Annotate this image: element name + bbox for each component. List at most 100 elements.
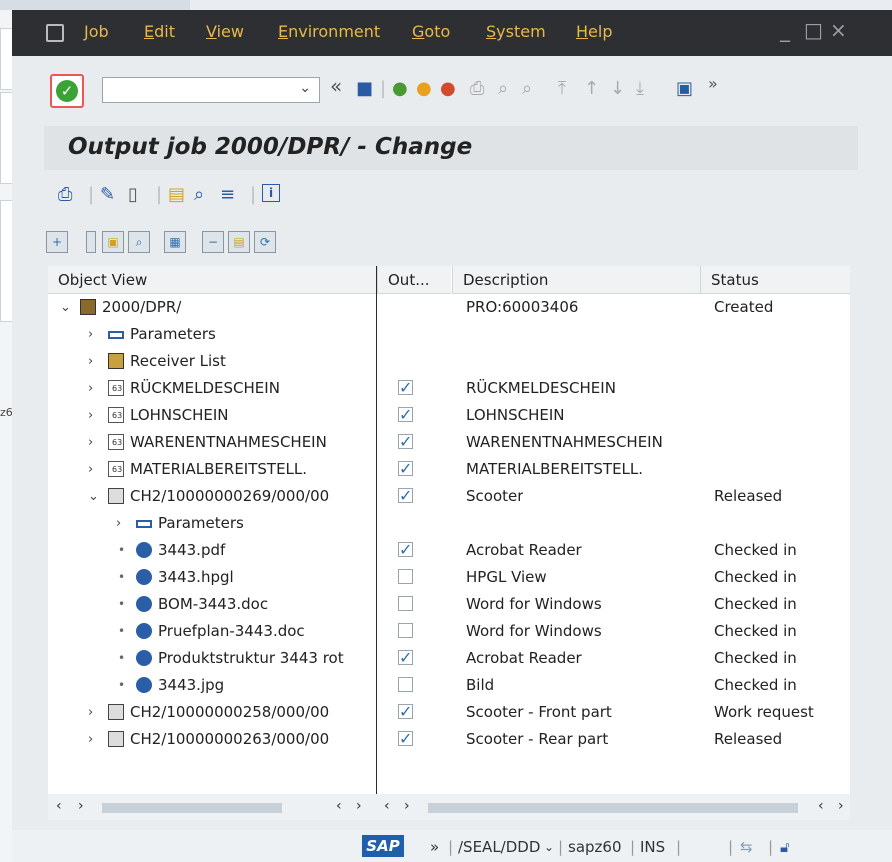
cancel-icon[interactable]: ● [440, 78, 456, 99]
expanded-chevron-icon[interactable]: ⌄ [88, 483, 99, 510]
output-checkbox[interactable] [398, 401, 413, 428]
lock-icon[interactable]: 🔓︎ [780, 838, 790, 856]
output-checkbox[interactable] [398, 677, 413, 692]
scroll-left-icon[interactable]: ‹ [818, 798, 824, 814]
expanded-chevron-icon[interactable]: ⌄ [60, 294, 71, 321]
object-name[interactable]: LOHNSCHEIN [130, 402, 374, 429]
back-icon[interactable]: ● [392, 78, 408, 99]
enter-button[interactable]: ✓ [50, 74, 84, 108]
scroll-left-icon[interactable]: ‹ [384, 798, 390, 814]
column-header-output[interactable]: Out... [377, 266, 451, 294]
structure-icon[interactable]: ▤ [168, 184, 185, 205]
display-change-icon[interactable]: ✎ [100, 184, 115, 205]
menu-edit[interactable]: Edit [144, 22, 175, 41]
dropdown-icon[interactable] [86, 231, 96, 253]
object-name[interactable]: 3443.hpgl [158, 564, 374, 591]
previous-page-icon[interactable]: ↑ [584, 78, 599, 99]
output-checkbox[interactable] [398, 569, 413, 584]
menu-environment[interactable]: Environment [278, 22, 380, 41]
table-row[interactable]: › Parameters [48, 510, 850, 537]
collapsed-chevron-icon[interactable]: › [88, 321, 93, 348]
table-row[interactable]: › CH2/10000000263/000/00 Scooter - Rear pa… [48, 725, 850, 753]
menu-help[interactable]: Help [576, 22, 612, 41]
status-more-icon[interactable]: » [430, 838, 439, 856]
collapsed-chevron-icon[interactable]: › [88, 429, 93, 456]
list-icon[interactable]: ≡ [220, 184, 235, 205]
scroll-right-icon[interactable]: › [838, 798, 844, 814]
output-checkbox[interactable] [398, 428, 413, 455]
collapsed-chevron-icon[interactable]: › [88, 456, 93, 483]
transaction-field[interactable]: /SEAL/DDD [458, 838, 540, 856]
table-row[interactable]: › WARENENTNAHMESCHEIN WARENENTNAHMESCHEIN [48, 428, 850, 456]
find-next-icon[interactable]: ⌕ [522, 78, 532, 99]
table-row[interactable]: ⌄ CH2/10000000269/000/00 Scooter Released [48, 482, 850, 510]
object-name[interactable]: CH2/10000000258/000/00 [130, 699, 374, 726]
scroll-right-icon[interactable]: › [78, 798, 84, 814]
command-field[interactable]: ⌄ [102, 77, 320, 103]
object-name[interactable]: 3443.pdf [158, 537, 374, 564]
collapsed-chevron-icon[interactable]: › [88, 375, 93, 402]
output-checkbox[interactable] [398, 455, 413, 482]
object-name[interactable]: Produktstruktur 3443 rot [158, 645, 374, 672]
table-row[interactable]: • 3443.hpgl HPGL View Checked in [48, 564, 850, 591]
collapsed-chevron-icon[interactable]: › [88, 402, 93, 429]
print-icon[interactable]: ⎙ [470, 78, 484, 99]
system-menu-icon[interactable] [46, 24, 64, 42]
filter-icon[interactable]: ▣ [102, 231, 124, 253]
output-checkbox[interactable] [398, 623, 413, 638]
close-icon[interactable]: × [830, 18, 847, 42]
column-header-status[interactable]: Status [700, 266, 850, 294]
collapse-icon[interactable]: − [202, 231, 224, 253]
object-name[interactable]: Parameters [130, 321, 374, 348]
object-name[interactable]: RÜCKMELDESCHEIN [130, 375, 374, 402]
scrollbar-thumb[interactable] [428, 803, 798, 813]
next-page-icon[interactable]: ↓ [610, 78, 625, 99]
object-name[interactable]: 2000/DPR/ [102, 294, 374, 321]
table-row[interactable]: • Pruefplan-3443.doc Word for Windows Check… [48, 618, 850, 645]
new-document-icon[interactable]: ▯ [128, 184, 138, 205]
object-name[interactable]: MATERIALBEREITSTELL. [130, 456, 374, 483]
scroll-right-icon[interactable]: › [356, 798, 362, 814]
table-row[interactable]: › MATERIALBEREITSTELL. MATERIALBEREITSTELL… [48, 455, 850, 483]
table-row[interactable]: • BOM-3443.doc Word for Windows Checked in [48, 591, 850, 618]
object-name[interactable]: Receiver List [130, 348, 374, 375]
first-page-icon[interactable]: ⤒ [558, 78, 566, 99]
scrollbar-thumb[interactable] [102, 803, 282, 813]
hierarchy-icon[interactable]: ▤ [228, 231, 250, 253]
table-row[interactable]: › Parameters [48, 321, 850, 348]
minimize-icon[interactable]: _ [780, 18, 790, 42]
table-row[interactable]: › LOHNSCHEIN LOHNSCHEIN [48, 401, 850, 429]
info-icon[interactable]: i [262, 184, 280, 202]
maximize-icon[interactable]: □ [804, 18, 823, 42]
object-name[interactable]: CH2/10000000269/000/00 [130, 483, 374, 510]
table-row[interactable]: › Receiver List [48, 348, 850, 375]
find-icon[interactable]: ⌕ [498, 78, 508, 99]
last-page-icon[interactable]: ⤓ [636, 78, 644, 99]
scroll-right-icon[interactable]: › [404, 798, 410, 814]
output-checkbox[interactable] [398, 536, 413, 563]
collapsed-chevron-icon[interactable]: › [88, 348, 93, 375]
output-checkbox[interactable] [398, 725, 413, 752]
column-header-object-view[interactable]: Object View [48, 266, 376, 294]
more-toolbar-icon[interactable]: » [708, 74, 718, 93]
input-mode[interactable]: INS [640, 838, 665, 856]
print-icon[interactable]: ⎙ [58, 184, 72, 205]
object-name[interactable]: Parameters [158, 510, 374, 537]
refresh-icon[interactable]: ⟳ [254, 231, 276, 253]
table-row[interactable]: • Produktstruktur 3443 rot Acrobat Reader C… [48, 644, 850, 672]
collapsed-chevron-icon[interactable]: › [88, 699, 93, 726]
output-checkbox[interactable] [398, 644, 413, 671]
detail-icon[interactable]: ▦ [164, 231, 186, 253]
object-name[interactable]: BOM-3443.doc [158, 591, 374, 618]
output-checkbox[interactable] [398, 596, 413, 611]
menu-goto[interactable]: Goto [412, 22, 450, 41]
object-name[interactable]: CH2/10000000263/000/00 [130, 726, 374, 753]
table-row[interactable]: › RÜCKMELDESCHEIN RÜCKMELDESCHEIN [48, 374, 850, 402]
output-checkbox[interactable] [398, 374, 413, 401]
search-icon[interactable]: ⌕ [128, 231, 150, 253]
chevron-down-icon[interactable]: ⌄ [544, 840, 554, 854]
find-icon[interactable]: ⌕ [194, 184, 204, 205]
connection-icon[interactable]: ⇆ [740, 838, 753, 856]
menu-job[interactable]: Job [84, 22, 109, 41]
chevron-down-icon[interactable]: ⌄ [299, 80, 311, 96]
